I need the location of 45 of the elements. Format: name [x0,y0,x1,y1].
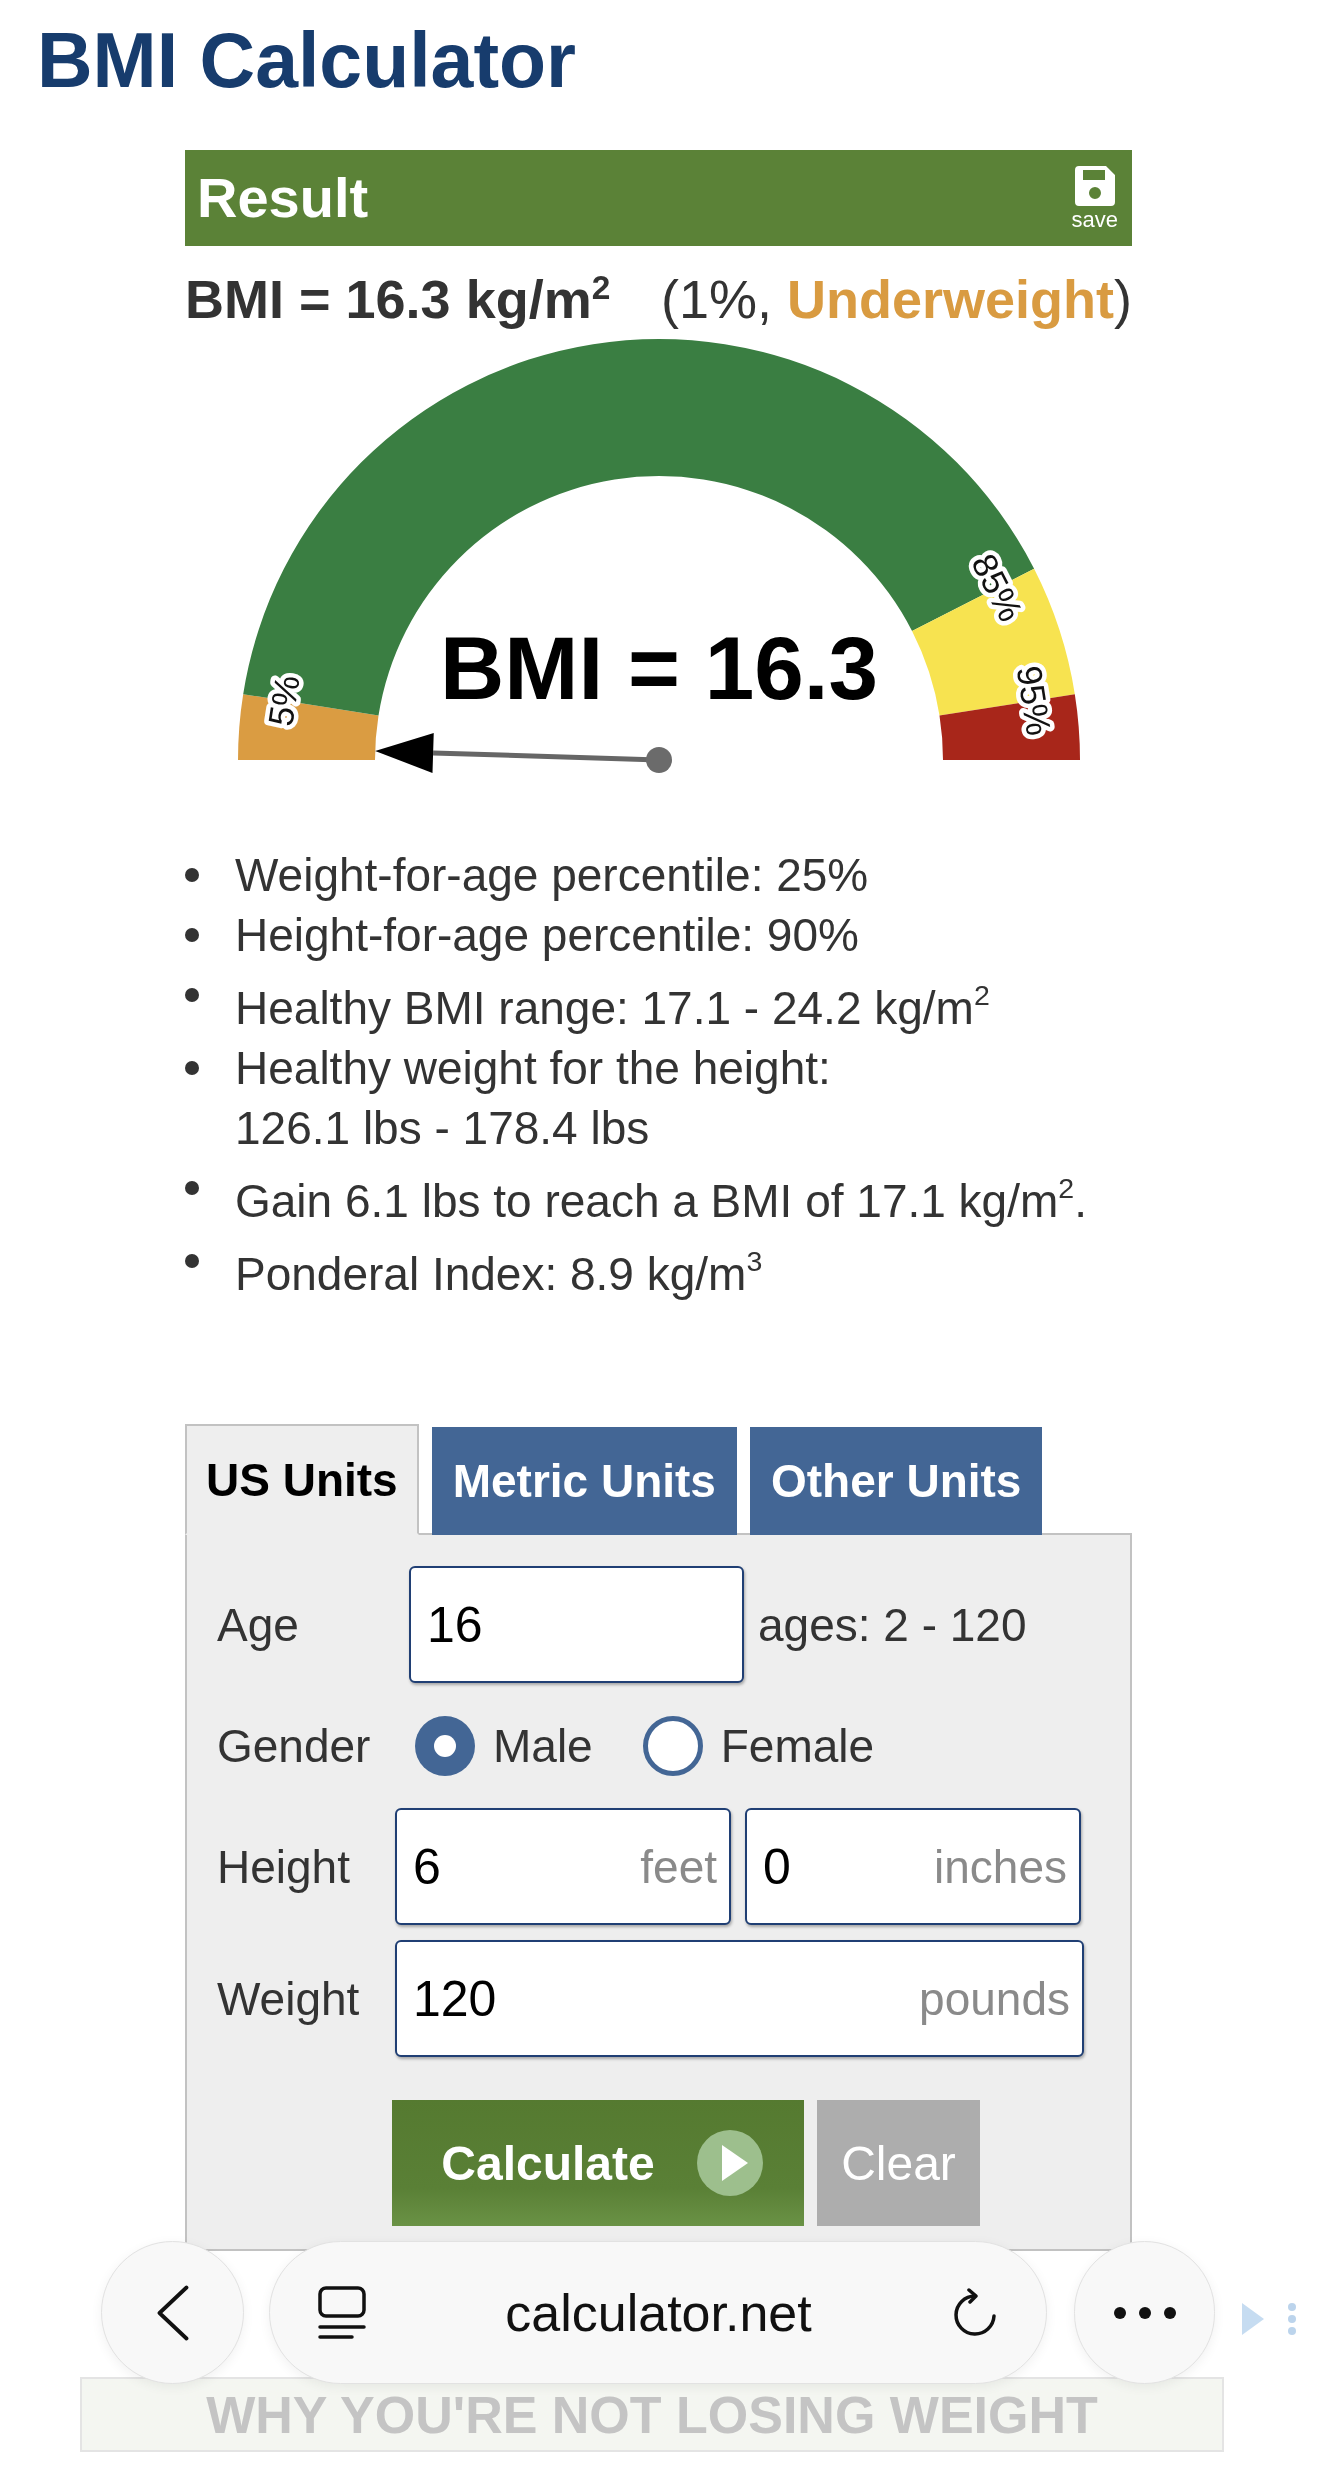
result-title: Result [197,170,369,226]
field-label: Weight [217,1971,361,2026]
save-icon [1074,165,1115,206]
vertical-dots-icon[interactable] [1288,2303,1296,2335]
input-field[interactable]: 16 [409,1566,744,1683]
tab[interactable]: Metric Units [431,1427,737,1535]
gauge-tick-label: 5% [260,672,307,729]
bmi-value: BMI = 16.3 kg/m$^{2}$ [185,268,611,330]
detail-text: Gain 6.1 lbs to reach a BMI of 17.1 kg/m$^{2}$. [235,1171,1087,1229]
chevron-left-icon [156,2284,189,2341]
detail-text: Weight-for-age percentile: 25% [235,848,869,903]
reader-icon[interactable] [318,2285,366,2340]
bullet-icon [185,1181,199,1195]
bullet-icon [185,1061,199,1075]
save-button[interactable]: save [1071,165,1118,231]
field-label: Height [217,1839,351,1894]
field-hint: ages: 2 - 120 [758,1597,1027,1652]
calculate-button[interactable]: Calculate [392,2100,804,2226]
play-icon [696,2130,763,2196]
bullet-icon [185,1254,199,1268]
field-label: Gender [217,1718,372,1773]
gauge-tick-label: 95% [1009,662,1060,739]
address-bar[interactable]: calculator.net [269,2241,1047,2384]
ellipsis-icon [1113,2306,1176,2319]
detail-text: Healthy BMI range: 17.1 - 24.2 kg/m$^{2}$ [235,978,990,1036]
reload-icon[interactable] [951,2287,999,2338]
bmi-category: (1%, Underweight) [660,268,1132,330]
bullet-icon [185,988,199,1002]
unit-label: pounds [919,1971,1070,2026]
detail-text: Healthy weight for the height: 126.1 lbs - 178.4 lbs [235,1041,831,1156]
radio-label[interactable]: Male [493,1718,593,1773]
radio-label[interactable]: Female [720,1718,875,1773]
tab[interactable]: Other Units [749,1427,1043,1535]
bullet-icon [185,868,199,882]
field-label: Age [217,1597,300,1652]
unit-label: feet [640,1839,717,1894]
page-title: BMI Calculator [37,16,577,104]
unit-label: inches [934,1839,1067,1894]
tab[interactable]: US Units [185,1424,419,1535]
gauge-tick-label: 85% [964,547,1031,628]
gauge-readout: BMI = 16.3 [440,618,878,718]
bullet-icon [185,928,199,942]
detail-text: Ponderal Index: 8.9 kg/m$^{3}$ [235,1244,763,1302]
url-text: calculator.net [505,2286,812,2339]
detail-text: Height-for-age percentile: 90% [235,908,859,963]
